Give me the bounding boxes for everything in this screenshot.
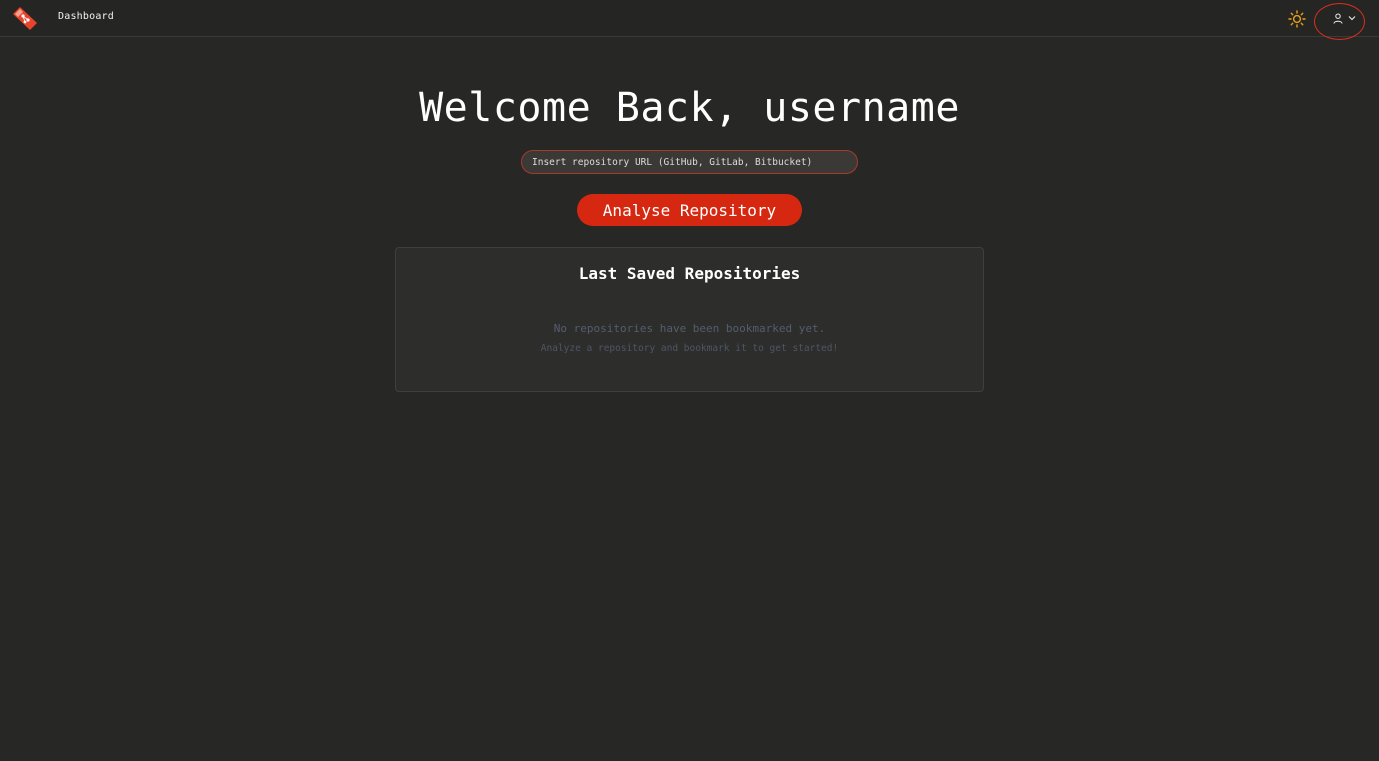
empty-state-message: No repositories have been bookmarked yet… xyxy=(553,322,826,335)
top-navbar: Dashboard xyxy=(0,0,1379,40)
app-logo[interactable] xyxy=(11,5,38,32)
repository-url-input[interactable] xyxy=(521,150,858,174)
empty-state-hint: Analyze a repository and bookmark it to … xyxy=(540,343,839,354)
sun-icon[interactable] xyxy=(1288,10,1306,28)
welcome-heading: Welcome Back, username xyxy=(419,85,960,131)
chevron-down-icon xyxy=(1348,16,1356,21)
saved-repositories-title: Last Saved Repositories xyxy=(578,264,801,283)
analyse-repository-button[interactable]: Analyse Repository xyxy=(577,194,802,226)
nav-dashboard-link[interactable]: Dashboard xyxy=(58,11,114,22)
user-icon xyxy=(1333,13,1343,24)
user-menu-button[interactable] xyxy=(1314,3,1365,40)
saved-repositories-card: Last Saved Repositories No repositories … xyxy=(395,247,984,392)
